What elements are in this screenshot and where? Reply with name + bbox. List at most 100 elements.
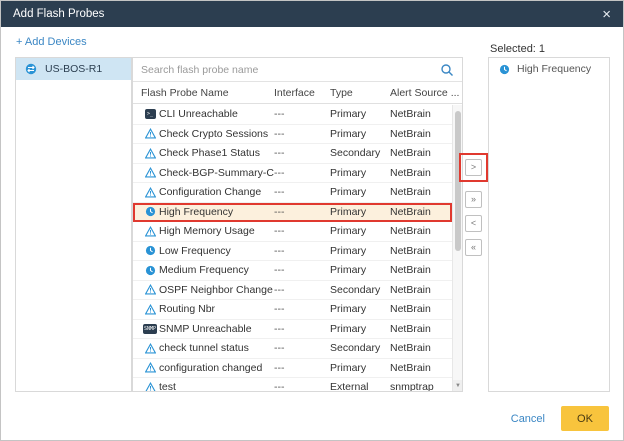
probe-interface: --- [274, 381, 330, 391]
probe-name: SNMP Unreachable [159, 323, 274, 335]
probe-name: CLI Unreachable [159, 108, 274, 120]
close-icon[interactable]: × [602, 7, 611, 22]
warning-icon [141, 304, 159, 315]
probe-name: Check Phase1 Status [159, 147, 274, 159]
probe-interface: --- [274, 225, 330, 237]
move-left-button[interactable]: < [465, 215, 482, 232]
column-alert-source[interactable]: Alert Source ... [390, 87, 462, 99]
clock-icon [141, 245, 159, 256]
search-icon[interactable] [440, 63, 454, 77]
probe-row[interactable]: SNMPSNMP Unreachable---PrimaryNetBrain [133, 320, 452, 340]
probe-interface: --- [274, 264, 330, 276]
probe-interface: --- [274, 186, 330, 198]
probe-name: Low Frequency [159, 245, 274, 257]
probe-interface: --- [274, 206, 330, 218]
move-all-left-button[interactable]: « [465, 239, 482, 256]
probe-row[interactable]: >_CLI Unreachable---PrimaryNetBrain [133, 105, 452, 125]
snmp-icon: SNMP [141, 324, 159, 334]
scroll-down-button[interactable]: ▼ [453, 380, 463, 391]
annotation-box-add: > [459, 153, 488, 182]
probe-row[interactable]: Configuration Change---PrimaryNetBrain [133, 183, 452, 203]
search-input[interactable] [141, 64, 440, 76]
probe-alert-source: NetBrain [390, 225, 452, 237]
warning-icon [141, 284, 159, 295]
warning-icon [141, 382, 159, 391]
probe-alert-source: NetBrain [390, 362, 452, 374]
probe-row[interactable]: Check Crypto Sessions---PrimaryNetBrain [133, 125, 452, 145]
probe-type: Primary [330, 264, 390, 276]
probe-type: Primary [330, 128, 390, 140]
probe-alert-source: NetBrain [390, 303, 452, 315]
probe-row[interactable]: configuration changed---PrimaryNetBrain [133, 359, 452, 379]
probe-alert-source: NetBrain [390, 206, 452, 218]
probe-type: Primary [330, 323, 390, 335]
table-scrollbar[interactable]: ▼ [452, 105, 462, 391]
probe-row[interactable]: Low Frequency---PrimaryNetBrain [133, 242, 452, 262]
selected-item-name: High Frequency [517, 63, 591, 75]
probe-row[interactable]: Medium Frequency---PrimaryNetBrain [133, 261, 452, 281]
move-all-right-button[interactable]: » [465, 191, 482, 208]
probe-alert-source: NetBrain [390, 108, 452, 120]
probe-name: check tunnel status [159, 342, 274, 354]
probe-row[interactable]: OSPF Neighbor Change---SecondaryNetBrain [133, 281, 452, 301]
device-name: US-BOS-R1 [45, 63, 102, 75]
probe-row[interactable]: High Memory Usage---PrimaryNetBrain [133, 222, 452, 242]
probe-interface: --- [274, 108, 330, 120]
router-icon [22, 63, 40, 75]
cancel-button[interactable]: Cancel [511, 413, 545, 425]
table-header: Flash Probe Name Interface Type Alert So… [133, 82, 462, 104]
probe-alert-source: NetBrain [390, 342, 452, 354]
clock-icon [495, 64, 513, 75]
add-flash-probes-dialog: Add Flash Probes × + Add Devices Selecte… [0, 0, 624, 441]
probe-name: Configuration Change [159, 186, 274, 198]
probe-name: OSPF Neighbor Change [159, 284, 274, 296]
column-flash-probe-name[interactable]: Flash Probe Name [141, 87, 274, 99]
probe-table-body: >_CLI Unreachable---PrimaryNetBrainCheck… [133, 105, 452, 391]
warning-icon [141, 343, 159, 354]
cli-icon: >_ [141, 109, 159, 119]
probe-row[interactable]: check tunnel status---SecondaryNetBrain [133, 339, 452, 359]
move-right-button[interactable]: > [465, 159, 482, 176]
probe-type: Primary [330, 303, 390, 315]
probe-name: Medium Frequency [159, 264, 274, 276]
ok-button[interactable]: OK [561, 406, 609, 431]
device-list: US-BOS-R1 [15, 57, 132, 392]
probe-row[interactable]: Routing Nbr---PrimaryNetBrain [133, 300, 452, 320]
probe-name: Check-BGP-Summary-C... [159, 167, 274, 179]
probe-row[interactable]: High Frequency---PrimaryNetBrain [133, 203, 452, 223]
probe-alert-source: NetBrain [390, 245, 452, 257]
probe-name: Check Crypto Sessions [159, 128, 274, 140]
selected-item[interactable]: High Frequency [489, 58, 609, 80]
add-devices-link[interactable]: + Add Devices [16, 36, 87, 48]
probe-interface: --- [274, 323, 330, 335]
device-item[interactable]: US-BOS-R1 [16, 58, 131, 80]
probe-type: Primary [330, 186, 390, 198]
probe-type: Primary [330, 245, 390, 257]
probe-alert-source: NetBrain [390, 284, 452, 296]
probe-type: External [330, 381, 390, 391]
probe-type: Primary [330, 362, 390, 374]
column-interface[interactable]: Interface [274, 87, 330, 99]
probe-interface: --- [274, 128, 330, 140]
warning-icon [141, 128, 159, 139]
probe-interface: --- [274, 362, 330, 374]
probe-interface: --- [274, 147, 330, 159]
probe-row[interactable]: Check-BGP-Summary-C...---PrimaryNetBrain [133, 164, 452, 184]
probe-alert-source: NetBrain [390, 264, 452, 276]
probe-type: Primary [330, 108, 390, 120]
probe-type: Secondary [330, 342, 390, 354]
search-bar [133, 58, 462, 82]
probe-name: configuration changed [159, 362, 274, 374]
probe-interface: --- [274, 303, 330, 315]
warning-icon [141, 167, 159, 178]
column-type[interactable]: Type [330, 87, 390, 99]
probe-alert-source: NetBrain [390, 167, 452, 179]
probe-name: High Memory Usage [159, 225, 274, 237]
probe-interface: --- [274, 245, 330, 257]
probe-interface: --- [274, 284, 330, 296]
clock-icon [141, 265, 159, 276]
probe-row[interactable]: test---Externalsnmptrap [133, 378, 452, 391]
warning-icon [141, 148, 159, 159]
probe-interface: --- [274, 342, 330, 354]
probe-row[interactable]: Check Phase1 Status---SecondaryNetBrain [133, 144, 452, 164]
